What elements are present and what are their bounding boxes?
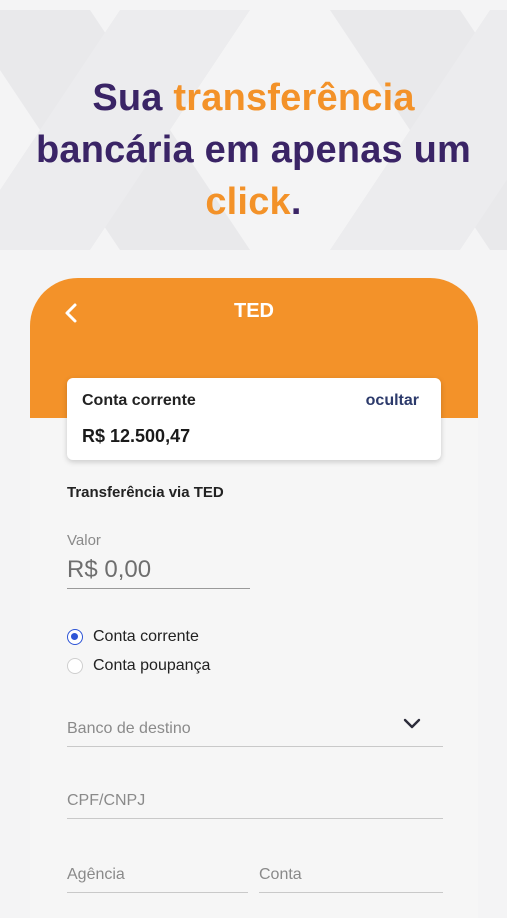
balance-label: Conta corrente xyxy=(82,392,196,409)
radio-conta-poupanca[interactable]: Conta poupança xyxy=(67,657,210,675)
radio-unchecked-icon xyxy=(67,658,83,674)
radio-label: Conta poupança xyxy=(93,657,211,674)
valor-input[interactable] xyxy=(67,552,250,589)
radio-conta-corrente[interactable]: Conta corrente xyxy=(67,628,199,646)
balance-value: R$ 12.500,47 xyxy=(82,426,191,446)
radio-checked-icon xyxy=(67,629,83,645)
hide-balance-link[interactable]: ocultar xyxy=(366,392,419,410)
chevron-down-icon[interactable] xyxy=(400,714,424,734)
agencia-field[interactable] xyxy=(67,858,248,893)
headline-highlight: transferência xyxy=(173,77,415,119)
cpf-cnpj-field[interactable] xyxy=(67,784,443,819)
headline-highlight-click: click xyxy=(205,181,291,223)
screen-title: TED xyxy=(234,300,274,322)
valor-label: Valor xyxy=(67,532,101,549)
section-title: Transferência via TED xyxy=(67,484,224,501)
headline: Sua transferência bancária em apenas um … xyxy=(35,77,472,223)
conta-field[interactable] xyxy=(259,858,443,893)
bank-select[interactable] xyxy=(67,712,443,747)
phone-screen: TED Conta corrente ocultar R$ 12.500,47 … xyxy=(30,278,478,918)
balance-card: Conta corrente ocultar R$ 12.500,47 xyxy=(67,378,441,460)
radio-label: Conta corrente xyxy=(93,628,199,645)
